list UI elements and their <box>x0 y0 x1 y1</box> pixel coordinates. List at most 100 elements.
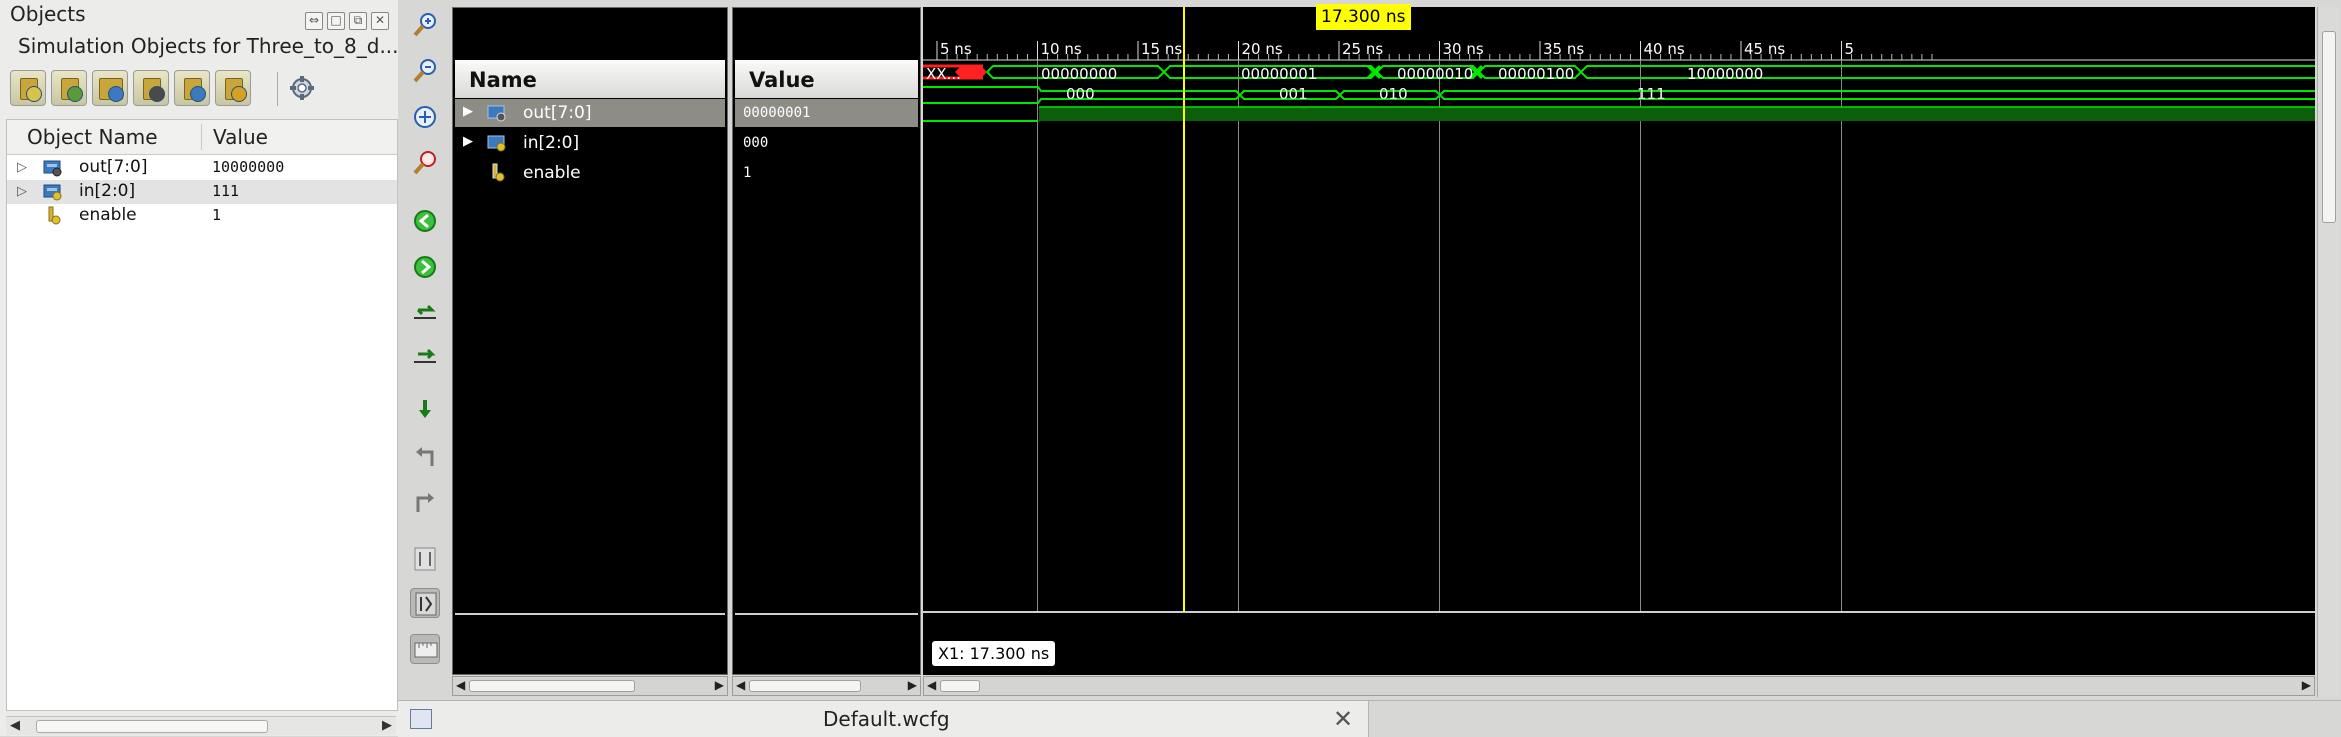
scrollbar-thumb[interactable] <box>749 680 861 692</box>
value-row[interactable]: 000 <box>735 129 918 157</box>
time-tick-label: 35 ns <box>1543 40 1585 58</box>
input-signal-icon <box>48 206 61 225</box>
scrollbar-thumb[interactable] <box>36 720 268 733</box>
cursor-x1-readout: X1: 17.300 ns <box>932 641 1056 666</box>
signal-row[interactable]: ▶ out[7:0] <box>455 99 725 127</box>
scroll-right-icon[interactable]: ▶ <box>382 718 392 733</box>
waveform-toolbar <box>398 0 452 736</box>
time-tick-label: 5 ns <box>940 40 972 58</box>
value-header-label: Value <box>749 68 815 92</box>
time-tick-label: 45 ns <box>1744 40 1786 58</box>
close-tab-icon[interactable]: ✕ <box>1333 705 1353 733</box>
in-bus-waveform <box>923 86 2315 104</box>
input-bus-icon <box>487 135 506 152</box>
value-column-header[interactable]: Value <box>735 60 918 98</box>
objects-toolbar <box>10 70 256 106</box>
scroll-left-icon[interactable]: ◀ <box>736 678 745 692</box>
maximize-horizontal-icon[interactable]: ⇔ <box>305 12 323 30</box>
table-row[interactable]: ▷ in[2:0] 111 <box>7 180 397 204</box>
objects-horizontal-scrollbar[interactable]: ◀ ▶ <box>6 716 396 735</box>
expand-arrow-icon[interactable]: ▶ <box>463 104 473 119</box>
bus-segment-label: 10000000 <box>1687 65 1764 83</box>
value-row[interactable]: 1 <box>735 159 918 187</box>
column-header-object-name[interactable]: Object Name <box>27 125 158 149</box>
expand-arrow-icon[interactable]: ▷ <box>17 160 27 175</box>
swap-cursors-icon[interactable] <box>410 544 440 574</box>
add-marker-icon[interactable] <box>410 396 440 426</box>
scroll-right-icon[interactable]: ▶ <box>715 678 724 692</box>
objects-panel-title: Objects <box>10 2 86 26</box>
go-to-last-time-icon[interactable] <box>410 252 440 282</box>
bus-segment-label: XX... <box>926 65 961 83</box>
float-icon[interactable]: ⧉ <box>349 12 367 30</box>
pane-divider <box>735 613 918 615</box>
expand-arrow-icon[interactable]: ▶ <box>463 134 473 149</box>
waveform-graph-pane[interactable]: XX... 00000000 00000001 00000010 0000010… <box>923 7 2315 675</box>
show-inputs-button[interactable] <box>10 70 46 106</box>
signal-value: 00000001 <box>743 105 811 121</box>
previous-marker-icon[interactable] <box>410 442 440 472</box>
name-header-label: Name <box>469 68 537 92</box>
value-row[interactable]: 00000001 <box>735 99 918 127</box>
scrollbar-thumb[interactable] <box>940 680 980 692</box>
bus-segment-label: 00000010 <box>1397 65 1474 83</box>
bus-segment-label: 001 <box>1279 85 1308 103</box>
signal-row[interactable]: ▶ in[2:0] <box>455 129 725 157</box>
snap-to-transition-icon[interactable] <box>410 588 440 618</box>
show-constants-button[interactable] <box>174 70 210 106</box>
close-icon[interactable]: ✕ <box>371 12 389 30</box>
waveform-vertical-scrollbar[interactable] <box>2317 7 2340 697</box>
go-to-time-zero-icon[interactable] <box>410 206 440 236</box>
show-inouts-button[interactable] <box>92 70 128 106</box>
objects-panel-subtitle: Simulation Objects for Three_to_8_d... <box>18 34 399 58</box>
input-bus-icon <box>43 184 62 201</box>
waveform-canvas[interactable] <box>923 7 2315 675</box>
next-transition-icon[interactable] <box>410 340 440 370</box>
time-tick-label: 40 ns <box>1643 40 1685 58</box>
scrollbar-thumb[interactable] <box>469 680 635 692</box>
show-variables-button[interactable] <box>215 70 251 106</box>
cursor-time-label[interactable]: 17.300 ns <box>1316 4 1411 30</box>
time-tick-label: 15 ns <box>1141 40 1183 58</box>
floating-ruler-icon[interactable] <box>410 634 440 664</box>
show-outputs-button[interactable] <box>51 70 87 106</box>
scroll-right-icon[interactable]: ▶ <box>2302 678 2311 692</box>
signal-row[interactable]: enable <box>455 159 725 187</box>
scroll-right-icon[interactable]: ▶ <box>908 678 917 692</box>
scroll-left-icon[interactable]: ◀ <box>456 678 465 692</box>
next-marker-icon[interactable] <box>410 488 440 518</box>
signal-name: out[7:0] <box>523 103 592 123</box>
column-divider[interactable] <box>201 124 202 150</box>
scroll-left-icon[interactable]: ◀ <box>927 678 936 692</box>
object-name: in[2:0] <box>79 181 136 201</box>
objects-table-header: Object Name Value <box>7 120 397 155</box>
scroll-left-icon[interactable]: ◀ <box>10 718 20 733</box>
table-row[interactable]: enable 1 <box>7 204 397 228</box>
name-column-header[interactable]: Name <box>455 60 725 98</box>
zoom-in-icon[interactable] <box>410 10 440 40</box>
name-pane-scrollbar[interactable]: ◀ ▶ <box>452 676 728 696</box>
waveform-horizontal-scrollbar[interactable]: ◀ ▶ <box>923 676 2315 696</box>
zoom-fit-icon[interactable] <box>410 102 440 132</box>
column-header-value[interactable]: Value <box>213 125 268 149</box>
time-tick-label: 25 ns <box>1342 40 1384 58</box>
zoom-to-cursor-icon[interactable] <box>410 148 440 178</box>
tab-default-wcfg[interactable]: Default.wcfg ✕ <box>398 701 1369 737</box>
object-value: 111 <box>212 182 240 200</box>
zoom-out-icon[interactable] <box>410 56 440 86</box>
value-pane-scrollbar[interactable]: ◀ ▶ <box>732 676 921 696</box>
scrollbar-thumb[interactable] <box>2322 31 2336 223</box>
toolbar-separator <box>277 72 278 106</box>
enable-waveform <box>923 106 2315 122</box>
output-bus-icon <box>487 105 506 122</box>
show-internal-signals-button[interactable] <box>133 70 169 106</box>
bus-segment-label: 00000100 <box>1498 65 1575 83</box>
waveform-window: Name ▶ out[7:0] ▶ in[2:0] enable Value 0… <box>452 0 2341 736</box>
output-bus-icon <box>43 160 62 177</box>
object-value: 1 <box>212 206 222 224</box>
expand-arrow-icon[interactable]: ▷ <box>17 184 27 199</box>
table-row[interactable]: ▷ out[7:0] 10000000 <box>7 156 397 180</box>
settings-gear-icon[interactable] <box>288 74 316 102</box>
previous-transition-icon[interactable] <box>410 296 440 326</box>
minimize-icon[interactable]: □ <box>327 12 345 30</box>
